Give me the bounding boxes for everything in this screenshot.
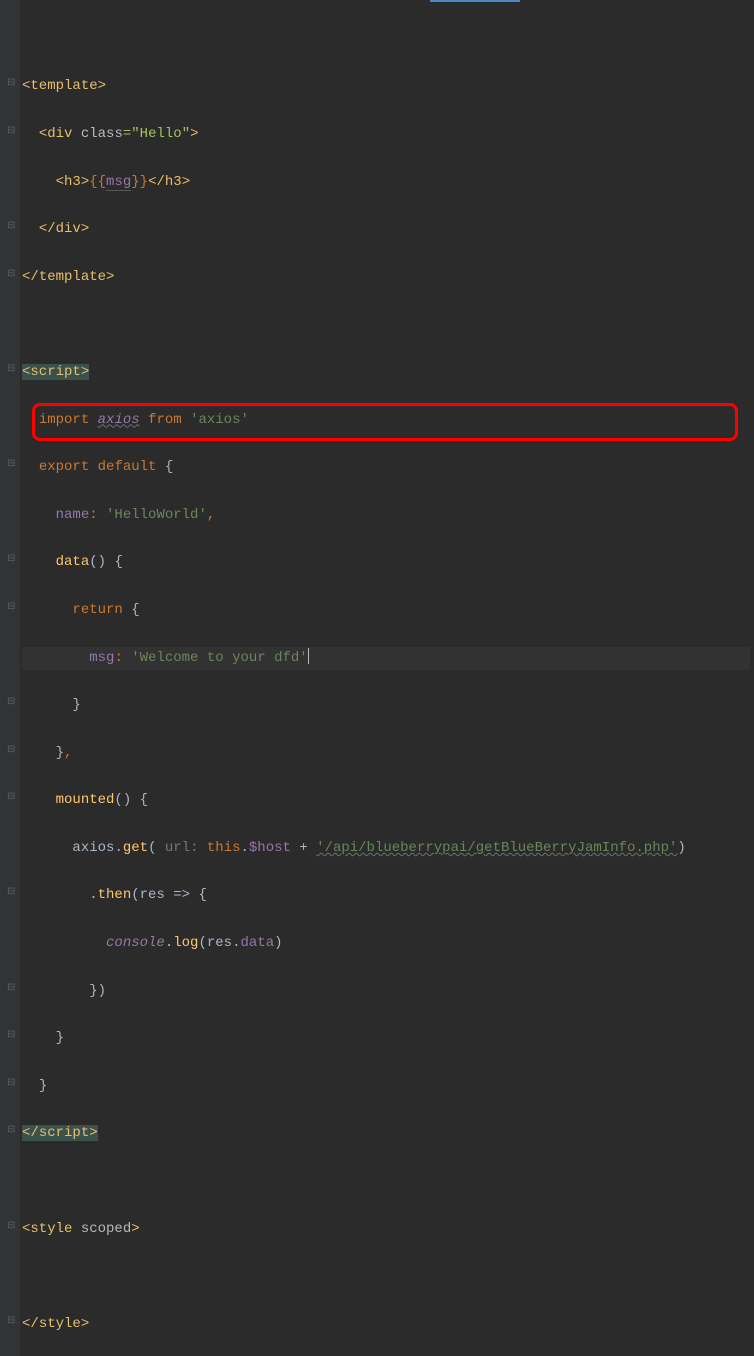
fold-icon[interactable]: ⊟ <box>7 1218 15 1235</box>
param-hint: url: <box>165 840 199 856</box>
data-func: data <box>56 554 90 570</box>
tab-underline <box>430 0 520 2</box>
text-caret <box>308 648 309 664</box>
fold-icon[interactable]: ⊟ <box>7 980 15 997</box>
fold-icon[interactable]: ⊟ <box>7 1075 15 1092</box>
axios-import: axios <box>98 412 140 428</box>
h3-tag: h3 <box>64 174 81 190</box>
fold-icon[interactable]: ⊟ <box>7 75 15 92</box>
style-tag: style <box>30 1221 72 1237</box>
console: console <box>106 935 165 951</box>
code-text: > <box>98 78 106 94</box>
fold-icon[interactable]: ⊟ <box>7 1027 15 1044</box>
fold-icon[interactable]: ⊟ <box>7 599 15 616</box>
fold-icon[interactable]: ⊟ <box>7 884 15 901</box>
fold-icon[interactable]: ⊟ <box>7 1122 15 1139</box>
fold-icon[interactable]: ⊟ <box>7 742 15 759</box>
fold-icon[interactable]: ⊟ <box>7 456 15 473</box>
template-tag: template <box>30 78 97 94</box>
axios-get: get <box>123 840 148 856</box>
fold-icon[interactable]: ⊟ <box>7 551 15 568</box>
mounted-func: mounted <box>56 792 115 808</box>
fold-icon[interactable]: ⊟ <box>7 1313 15 1330</box>
script-close-tag: </script> <box>22 1125 98 1141</box>
url-string: '/api/blueberrypai/getBlueBerryJamInfo.p… <box>316 840 677 856</box>
editor[interactable]: ⊟<template> ⊟ <div class="Hello"> <h3>{{… <box>0 0 754 1356</box>
fold-icon[interactable]: ⊟ <box>7 694 15 711</box>
script-open-tag: <script> <box>22 364 89 380</box>
fold-icon[interactable]: ⊟ <box>7 218 15 235</box>
fold-icon[interactable]: ⊟ <box>7 123 15 140</box>
fold-icon[interactable]: ⊟ <box>7 789 15 806</box>
fold-icon[interactable]: ⊟ <box>7 266 15 283</box>
div-tag: div <box>47 126 72 142</box>
fold-icon[interactable]: ⊟ <box>7 361 15 378</box>
gutter <box>0 0 20 1356</box>
